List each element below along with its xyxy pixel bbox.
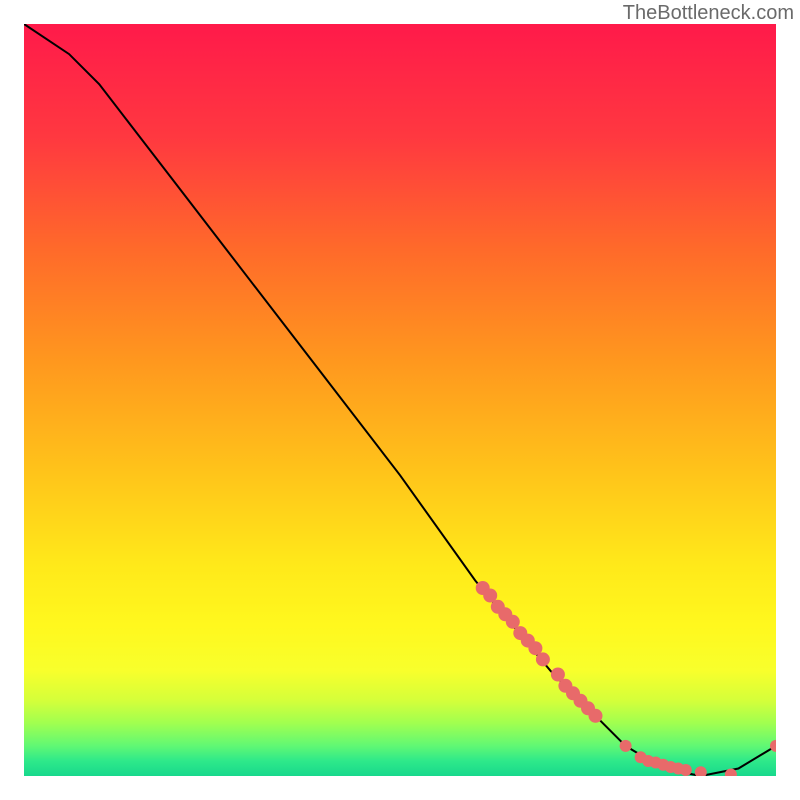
data-point: [620, 740, 632, 752]
data-point: [589, 709, 603, 723]
data-point: [680, 764, 692, 776]
watermark-text: TheBottleneck.com: [623, 2, 794, 25]
data-point: [536, 652, 550, 666]
gradient-background: [24, 24, 776, 776]
chart-container: [24, 24, 776, 776]
chart-svg: [24, 24, 776, 776]
